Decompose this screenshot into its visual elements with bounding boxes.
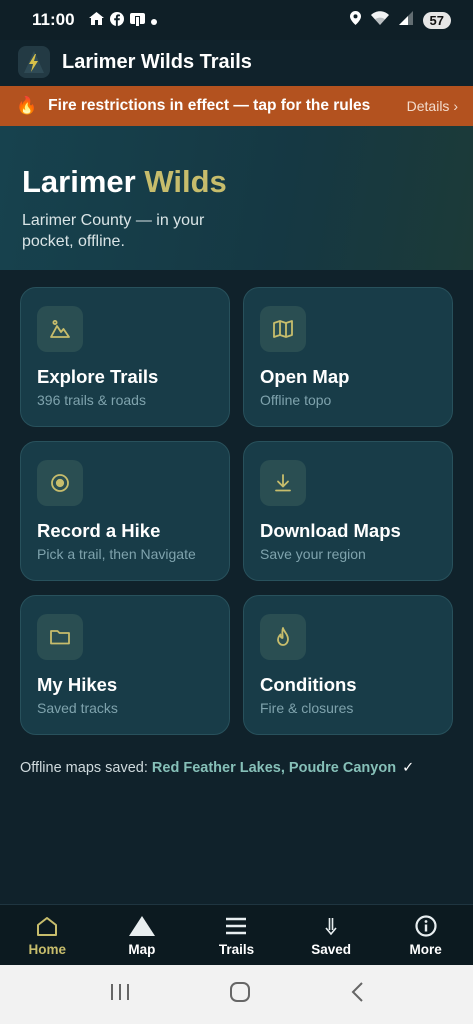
tile-conditions[interactable]: Conditions Fire & closures	[243, 595, 453, 735]
tile-subtitle: Saved tracks	[37, 700, 118, 716]
tile-subtitle: 396 trails & roads	[37, 392, 146, 408]
facebook-icon	[109, 11, 124, 29]
status-time: 11:00	[32, 10, 75, 29]
nav-trails[interactable]: Trails	[189, 905, 284, 965]
tile-open-map[interactable]: Open Map Offline topo	[243, 287, 453, 427]
app-title: Larimer Wilds Trails	[62, 50, 252, 73]
nav-label: More	[409, 942, 442, 957]
tile-title: Conditions	[260, 674, 357, 695]
back-icon[interactable]	[350, 981, 364, 1008]
nav-more[interactable]: More	[378, 905, 473, 965]
status-right: 57	[349, 10, 451, 30]
hero-title-accent: Wilds	[144, 164, 227, 199]
hero-section: Larimer Wilds Larimer County — in your p…	[0, 126, 473, 270]
tile-subtitle: Fire & closures	[260, 700, 354, 716]
bottom-nav: Home Map Trails Saved More	[0, 904, 473, 965]
location-icon	[349, 10, 361, 30]
tile-record-hike[interactable]: Record a Hike Pick a trail, then Navigat…	[20, 441, 230, 581]
triangle-icon	[128, 914, 155, 938]
offline-maps-status: Offline maps saved: Red Feather Lakes, P…	[20, 760, 414, 776]
tile-title: Explore Trails	[37, 366, 159, 387]
wifi-icon	[370, 10, 389, 30]
nav-home[interactable]: Home	[0, 905, 95, 965]
tile-title: My Hikes	[37, 674, 118, 695]
list-icon	[225, 914, 247, 938]
home-icon	[88, 12, 104, 28]
home-button-icon[interactable]	[229, 981, 251, 1008]
tile-explore-trails[interactable]: Explore Trails 396 trails & roads	[20, 287, 230, 427]
fire-icon: 🔥	[16, 96, 38, 115]
fire-banner-text: Fire restrictions in effect — tap for th…	[48, 97, 371, 114]
fire-restrictions-banner[interactable]: 🔥 Fire restrictions in effect — tap for …	[0, 86, 473, 126]
arrow-down-icon	[324, 914, 338, 938]
download-icon	[260, 460, 306, 506]
hero-title: Larimer Wilds	[22, 162, 451, 202]
nav-label: Trails	[218, 942, 255, 957]
tile-title: Download Maps	[260, 520, 401, 541]
info-icon	[415, 914, 437, 938]
nav-label: Home	[28, 942, 67, 957]
status-left: 11:00	[32, 10, 157, 30]
tile-my-hikes[interactable]: My Hikes Saved tracks	[20, 595, 230, 735]
tile-subtitle: Save your region	[260, 546, 366, 562]
tile-subtitle: Pick a trail, then Navigate	[37, 546, 196, 562]
battery-icon: 57	[422, 11, 451, 29]
signal-icon	[398, 10, 413, 30]
tile-subtitle: Offline topo	[260, 392, 332, 408]
tile-title: Record a Hike	[37, 520, 161, 541]
hero-subtitle: Larimer County — in your pocket, offline…	[22, 212, 205, 250]
offline-label: Offline maps saved:	[20, 760, 152, 776]
tile-title: Open Map	[260, 366, 350, 387]
recent-apps-icon[interactable]	[109, 982, 131, 1007]
nav-label: Saved	[311, 942, 351, 957]
map-icon	[260, 306, 306, 352]
nav-map[interactable]: Map	[95, 905, 190, 965]
tile-download-maps[interactable]: Download Maps Save your region	[243, 441, 453, 581]
hero-title-main: Larimer	[22, 164, 136, 199]
offline-regions[interactable]: Red Feather Lakes, Poudre Canyon	[152, 760, 396, 776]
dot-icon	[150, 13, 157, 28]
status-bar: 11:00 57	[0, 0, 473, 40]
home-icon	[36, 914, 58, 938]
record-icon	[37, 460, 83, 506]
nav-label: Map	[128, 942, 156, 957]
app-bar: Larimer Wilds Trails	[0, 40, 473, 84]
feature-grid: Explore Trails 396 trails & roads Open M…	[20, 287, 453, 735]
folder-icon	[37, 614, 83, 660]
system-nav-bar	[0, 965, 473, 1024]
check-icon: ✓	[402, 760, 415, 776]
mountain-icon	[37, 306, 83, 352]
nav-saved[interactable]: Saved	[284, 905, 379, 965]
fire-details-link[interactable]: Details ›	[407, 98, 458, 114]
mountain-bolt-icon	[18, 46, 50, 78]
wallet-icon	[129, 12, 145, 29]
flame-icon	[260, 614, 306, 660]
